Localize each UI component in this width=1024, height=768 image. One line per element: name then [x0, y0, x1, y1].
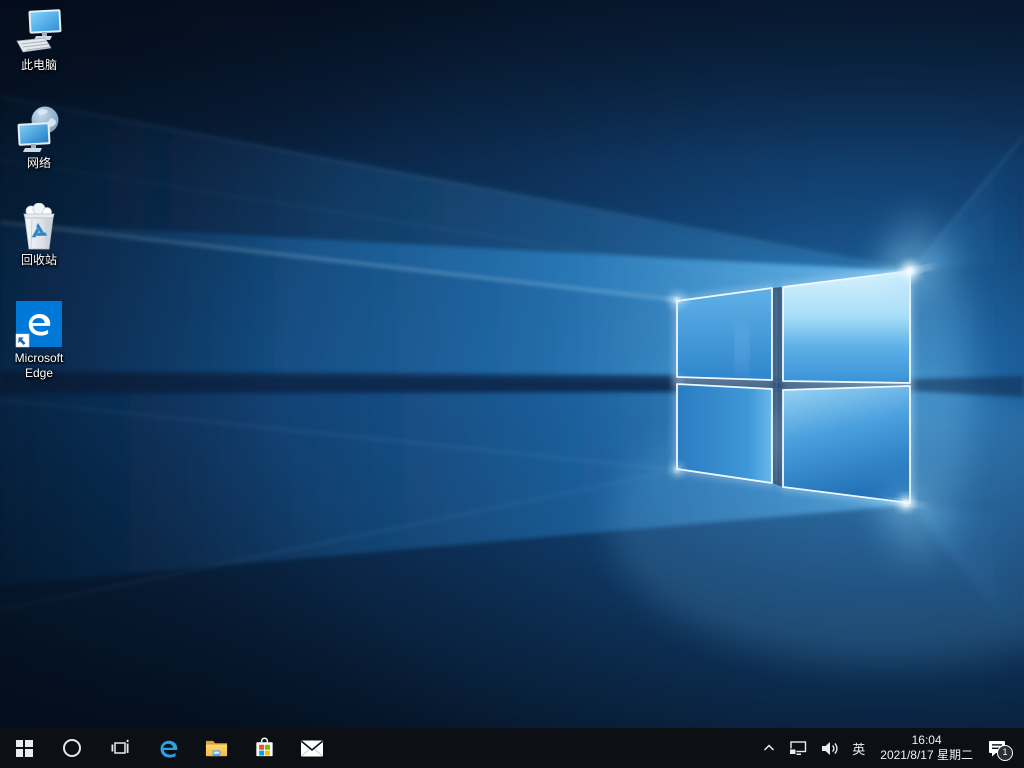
desktop-icon-recycle-bin[interactable]: 回收站: [2, 201, 76, 268]
windows-logo-icon: [15, 739, 33, 757]
shortcut-arrow-overlay: [15, 333, 30, 348]
mail-button[interactable]: [288, 728, 336, 768]
system-tray: 英 16:04 2021/8/17 星期二 1: [758, 728, 1024, 768]
file-explorer-button[interactable]: [192, 728, 240, 768]
hero-wallpaper-art: [0, 0, 1024, 728]
mail-envelope-icon: [300, 740, 324, 756]
network-tray-button[interactable]: [784, 728, 812, 768]
clock-date: 2021/8/17 星期二: [880, 748, 973, 762]
chevron-up-icon: [764, 744, 775, 751]
desktop-icon-label: Microsoft Edge: [14, 351, 64, 380]
start-button[interactable]: [0, 728, 48, 768]
cortana-button[interactable]: [48, 728, 96, 768]
globe-monitor-icon: [15, 104, 63, 154]
taskbar-buttons: [0, 728, 336, 768]
desktop-icon-network[interactable]: 网络: [2, 104, 76, 171]
desktop-icon-label: 此电脑: [20, 58, 57, 72]
edge-taskbar-button[interactable]: [144, 728, 192, 768]
clock[interactable]: 16:04 2021/8/17 星期二: [874, 733, 979, 763]
ethernet-monitor-icon: [789, 740, 807, 755]
desktop-wallpaper: [0, 0, 1024, 728]
store-bag-icon: [255, 737, 273, 757]
edge-shortcut-tile-icon: [15, 299, 63, 349]
input-language-indicator[interactable]: 英: [847, 739, 870, 758]
desktop-icon-label: 回收站: [20, 253, 57, 267]
volume-tray-button[interactable]: [816, 728, 843, 768]
edge-e-icon: [160, 740, 177, 758]
computer-monitor-keyboard-icon: [15, 6, 63, 56]
speaker-icon: [822, 741, 838, 755]
windows-desktop: 此电脑 网络 回收站 Microsoft Edge 英 16:04 2021/8…: [0, 0, 1024, 768]
clock-time: 16:04: [911, 733, 942, 747]
cortana-circle-icon: [63, 739, 81, 757]
task-view-button[interactable]: [96, 728, 144, 768]
taskbar: 英 16:04 2021/8/17 星期二 1: [0, 728, 1024, 768]
desktop-icon-microsoft-edge[interactable]: Microsoft Edge: [2, 299, 76, 381]
show-hidden-icons-button[interactable]: [758, 728, 780, 768]
desktop-icon-this-pc[interactable]: 此电脑: [2, 6, 76, 73]
folder-icon: [205, 740, 227, 757]
action-center-button[interactable]: 1: [983, 728, 1016, 768]
recycle-bin-icon: [15, 201, 63, 251]
desktop-icon-label: 网络: [26, 156, 51, 170]
store-button[interactable]: [240, 728, 288, 768]
notification-count-badge: 1: [997, 745, 1013, 761]
task-view-icon: [111, 739, 129, 754]
